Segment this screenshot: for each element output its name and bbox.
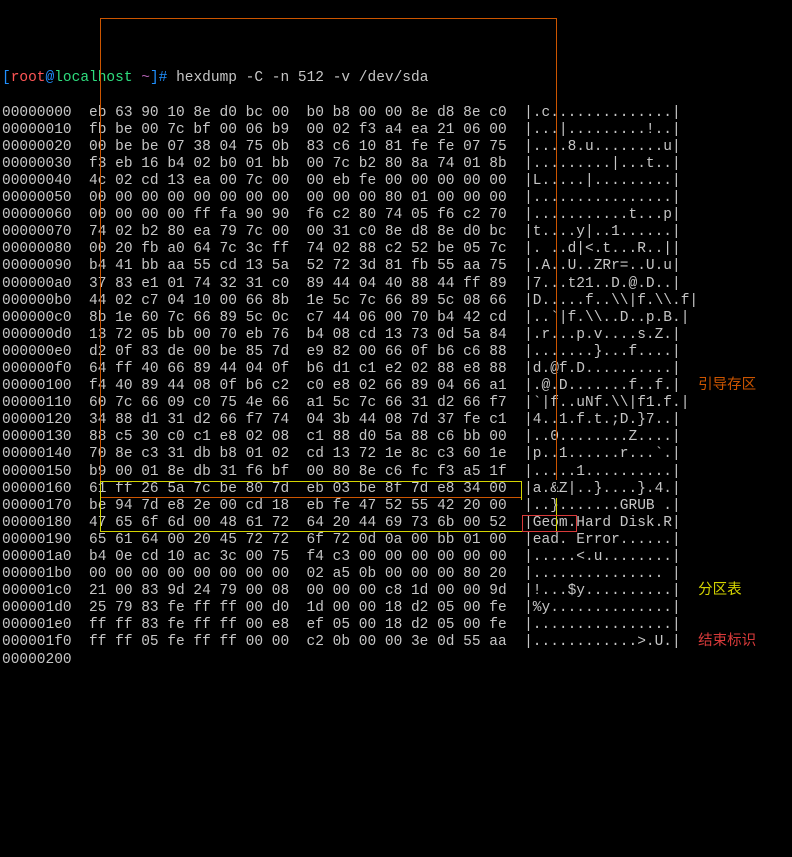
hexdump-output: 00000000 eb 63 90 10 8e d0 bc 00 b0 b8 0… xyxy=(2,105,790,669)
shell-prompt: [root@localhost ~]# hexdump -C -n 512 -v… xyxy=(2,70,790,87)
